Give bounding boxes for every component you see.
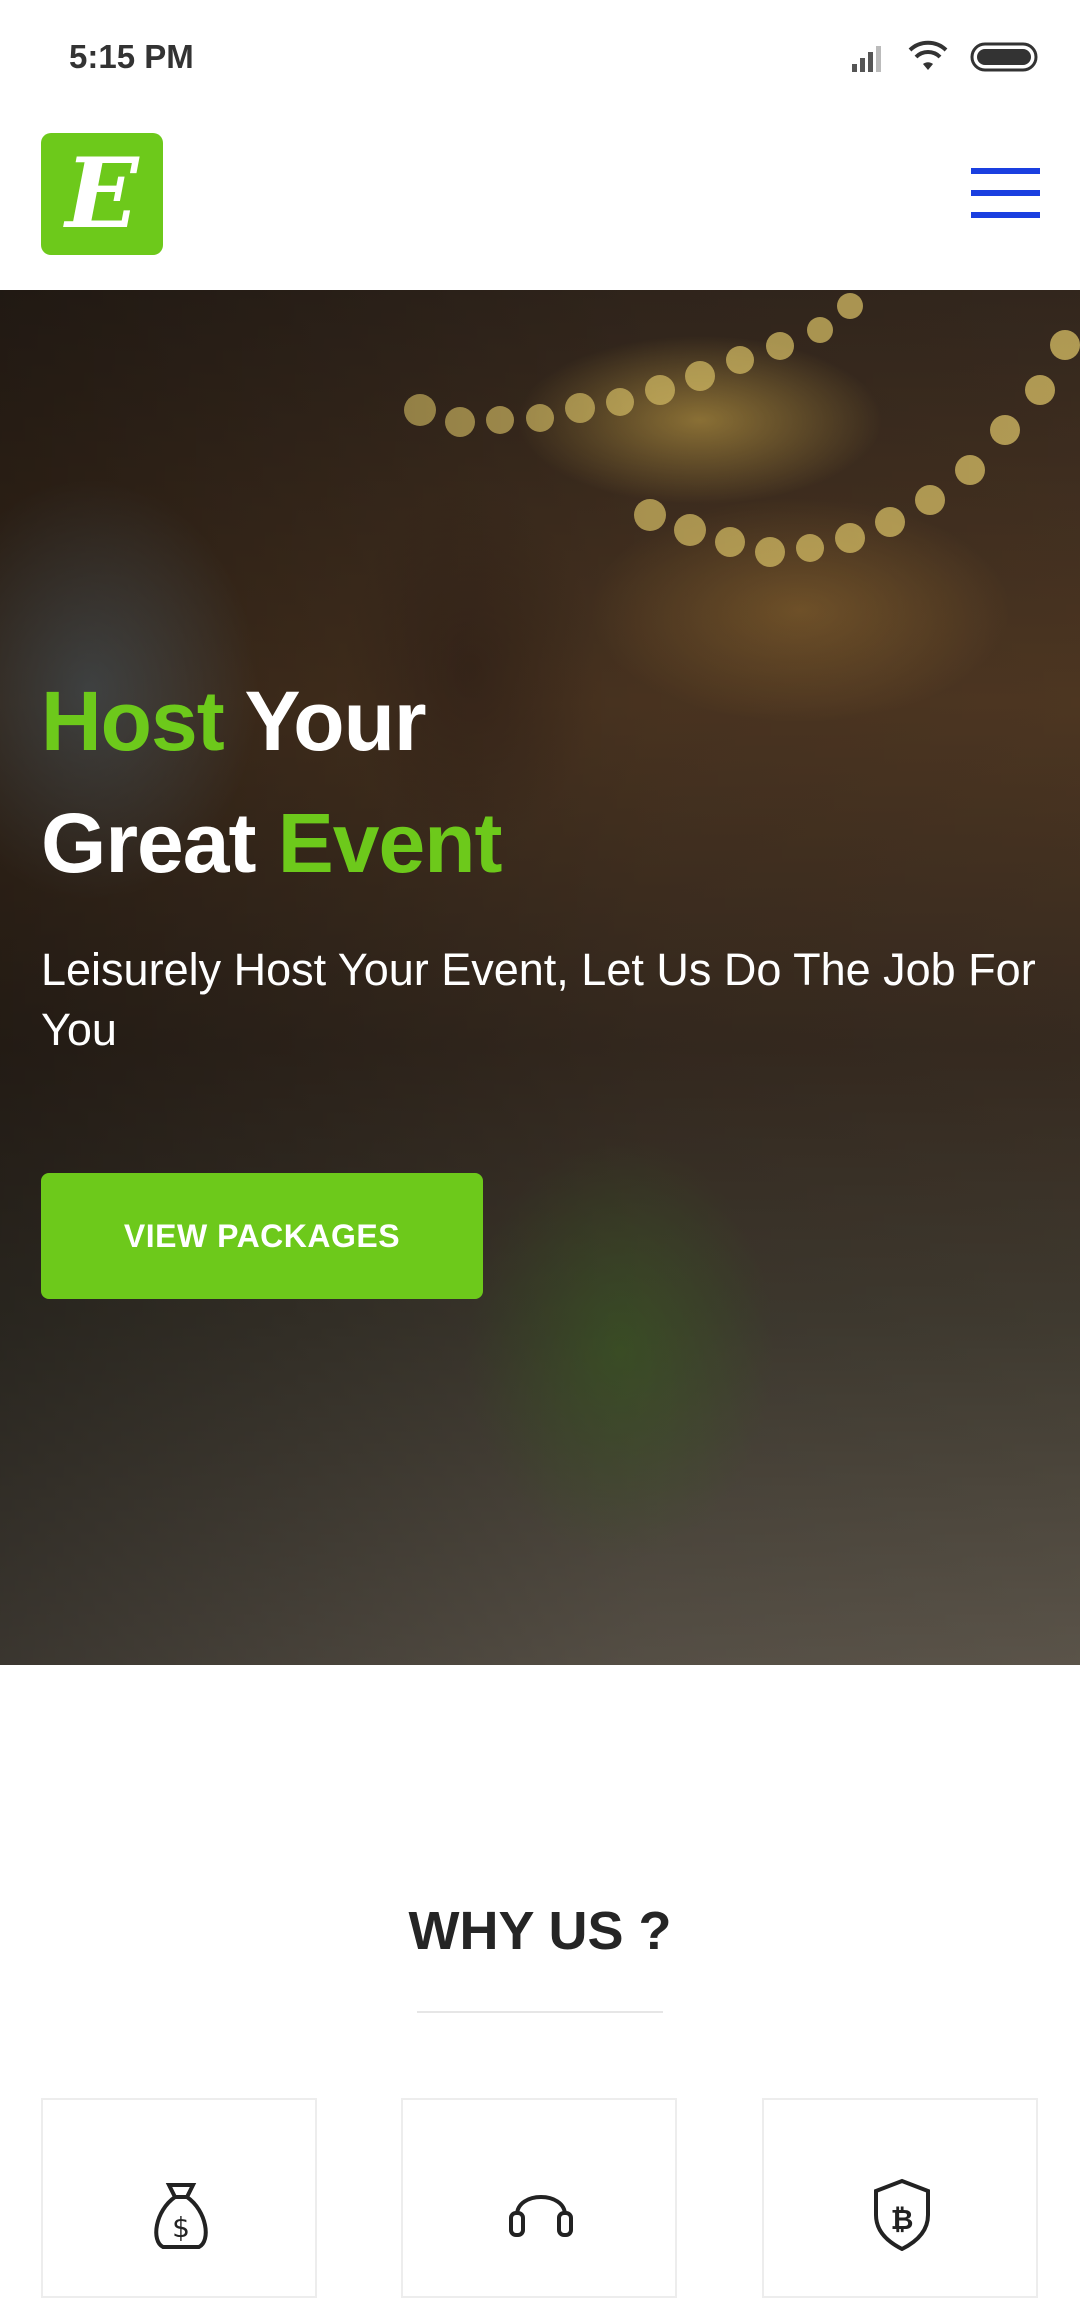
bitcoin-shield-icon: ₿ bbox=[874, 2178, 930, 2251]
hero-section: Host Your Great Event Leisurely Host You… bbox=[0, 290, 1080, 1665]
status-icons bbox=[850, 38, 1040, 78]
why-us-divider bbox=[417, 2011, 663, 2013]
logo-letter: E bbox=[65, 137, 139, 250]
hero-title-word-your: Your bbox=[244, 674, 427, 768]
money-bag-icon: $ bbox=[154, 2183, 208, 2249]
svg-text:$: $ bbox=[172, 2211, 190, 2244]
feature-card-support bbox=[401, 2098, 677, 2298]
battery-icon bbox=[970, 42, 1038, 77]
hero-title-word-great: Great bbox=[41, 796, 256, 890]
feature-card-security: ₿ bbox=[762, 2098, 1038, 2298]
status-time: 5:15 PM bbox=[69, 38, 194, 75]
signal-icon bbox=[850, 42, 890, 79]
logo[interactable]: E bbox=[41, 133, 163, 255]
hero-title: Host Your Great Event bbox=[41, 660, 741, 904]
status-bar: 5:15 PM bbox=[0, 0, 1080, 118]
headset-icon bbox=[509, 2195, 573, 2237]
hero-title-word-host: Host bbox=[41, 674, 225, 768]
hamburger-menu-icon[interactable] bbox=[971, 168, 1040, 218]
svg-text:₿: ₿ bbox=[891, 2203, 914, 2236]
hero-subtitle: Leisurely Host Your Event, Let Us Do The… bbox=[41, 944, 1036, 1055]
view-packages-button[interactable]: VIEW PACKAGES bbox=[41, 1173, 483, 1299]
feature-card-money: $ bbox=[41, 2098, 317, 2298]
wifi-icon bbox=[906, 38, 950, 79]
site-header: E bbox=[0, 118, 1080, 290]
why-us-title: WHY US ? bbox=[408, 1901, 672, 1961]
hero-title-word-event: Event bbox=[277, 796, 503, 890]
